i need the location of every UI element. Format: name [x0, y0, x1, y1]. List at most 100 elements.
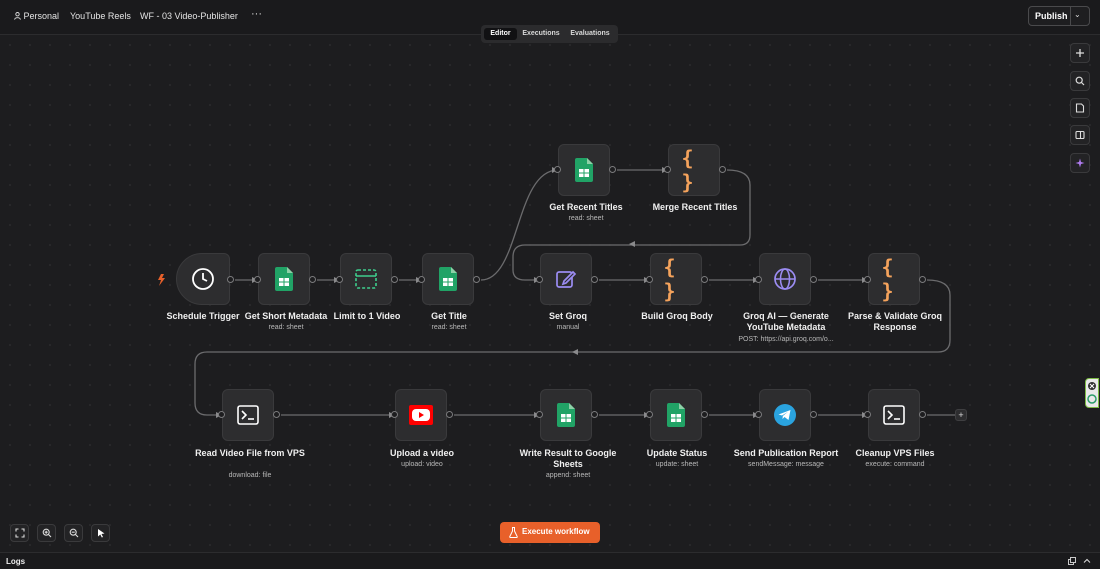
google-sheets-icon	[275, 267, 293, 291]
node-title: Upload a video	[389, 448, 454, 458]
output-handle[interactable]	[473, 276, 480, 283]
node-get-short-metadata[interactable]	[258, 253, 310, 305]
input-handle[interactable]	[646, 411, 653, 418]
output-handle[interactable]	[391, 276, 398, 283]
add-node-plus-icon[interactable]: +	[955, 409, 967, 421]
node-parse-validate[interactable]: { }	[868, 253, 920, 305]
node-subtitle: download: file	[228, 472, 272, 479]
output-handle[interactable]	[810, 276, 817, 283]
code-braces-icon: { }	[681, 146, 694, 194]
panel-toggle-button[interactable]	[1070, 125, 1090, 145]
flask-icon	[509, 527, 518, 538]
input-handle[interactable]	[864, 276, 871, 283]
output-handle[interactable]	[919, 276, 926, 283]
input-handle[interactable]	[536, 276, 543, 283]
input-handle[interactable]	[336, 276, 343, 283]
node-title: Get Title	[431, 311, 467, 321]
node-read-video-file[interactable]	[222, 389, 274, 441]
node-limit[interactable]	[340, 253, 392, 305]
zoom-out-icon	[69, 528, 79, 538]
node-title: Merge Recent Titles	[652, 202, 738, 212]
node-title: Build Groq Body	[641, 311, 713, 321]
node-title: Set Groq	[548, 311, 587, 321]
node-title: Parse & Validate Groq Response	[847, 311, 943, 332]
output-handle[interactable]	[273, 411, 280, 418]
edit-pen-icon	[556, 270, 577, 288]
node-title: Cleanup VPS Files	[855, 448, 935, 458]
limit-icon	[355, 269, 377, 289]
node-send-report[interactable]	[759, 389, 811, 441]
zoom-out-button[interactable]	[64, 524, 83, 542]
node-set-groq[interactable]	[540, 253, 592, 305]
extension-widget[interactable]	[1085, 378, 1099, 408]
sticky-note-button[interactable]	[1070, 98, 1090, 118]
search-icon	[1075, 76, 1085, 86]
node-title: Send Publication Report	[733, 448, 839, 458]
node-groq-ai[interactable]	[759, 253, 811, 305]
logs-label: Logs	[6, 557, 26, 566]
output-handle[interactable]	[609, 166, 616, 173]
input-handle[interactable]	[218, 411, 225, 418]
node-subtitle: read: sheet	[268, 324, 304, 331]
input-handle[interactable]	[664, 166, 671, 173]
execute-workflow-label: Execute workflow	[522, 527, 590, 536]
node-subtitle: upload: video	[401, 461, 443, 468]
node-title: Get Recent Titles	[549, 202, 623, 212]
input-handle[interactable]	[418, 276, 425, 283]
ai-assistant-button[interactable]	[1070, 153, 1090, 173]
node-subtitle: append: sheet	[545, 472, 591, 479]
output-handle[interactable]	[701, 276, 708, 283]
input-handle[interactable]	[864, 411, 871, 418]
output-handle[interactable]	[810, 411, 817, 418]
input-handle[interactable]	[254, 276, 261, 283]
node-cleanup[interactable]	[868, 389, 920, 441]
output-handle[interactable]	[309, 276, 316, 283]
fit-view-icon	[15, 528, 25, 538]
sparkle-icon	[1075, 158, 1085, 168]
node-upload-video[interactable]	[395, 389, 447, 441]
note-icon	[1075, 103, 1085, 113]
panel-icon	[1075, 130, 1085, 140]
add-node-button[interactable]	[1070, 43, 1090, 63]
search-button[interactable]	[1070, 71, 1090, 91]
node-update-status[interactable]	[650, 389, 702, 441]
node-merge-recent-titles[interactable]: { }	[668, 144, 720, 196]
zoom-in-button[interactable]	[37, 524, 56, 542]
terminal-icon	[883, 405, 905, 425]
node-get-recent-titles[interactable]	[558, 144, 610, 196]
output-handle[interactable]	[701, 411, 708, 418]
node-subtitle: POST: https://api.groq.com/o...	[738, 336, 834, 343]
input-handle[interactable]	[755, 276, 762, 283]
input-handle[interactable]	[646, 276, 653, 283]
node-subtitle: execute: command	[865, 461, 925, 468]
popout-icon[interactable]	[1068, 557, 1076, 565]
node-write-result[interactable]	[540, 389, 592, 441]
extension-icon	[1087, 382, 1097, 404]
execute-workflow-button[interactable]: Execute workflow	[500, 522, 600, 543]
output-handle[interactable]	[591, 276, 598, 283]
input-handle[interactable]	[554, 166, 561, 173]
node-schedule-trigger[interactable]	[176, 253, 230, 305]
code-braces-icon: { }	[663, 255, 676, 303]
logs-panel[interactable]: Logs	[0, 552, 1100, 569]
google-sheets-icon	[557, 403, 575, 427]
select-mode-button[interactable]	[91, 524, 110, 542]
output-handle[interactable]	[227, 276, 234, 283]
fit-view-button[interactable]	[10, 524, 29, 542]
input-handle[interactable]	[391, 411, 398, 418]
node-get-title[interactable]	[422, 253, 474, 305]
chevron-up-icon[interactable]	[1083, 557, 1091, 565]
output-handle[interactable]	[446, 411, 453, 418]
trigger-bolt-icon	[158, 274, 165, 286]
zoom-in-icon	[42, 528, 52, 538]
input-handle[interactable]	[536, 411, 543, 418]
input-handle[interactable]	[755, 411, 762, 418]
cursor-icon	[98, 529, 105, 538]
output-handle[interactable]	[591, 411, 598, 418]
node-title: Update Status	[646, 448, 708, 458]
output-handle[interactable]	[919, 411, 926, 418]
node-build-groq-body[interactable]: { }	[650, 253, 702, 305]
code-braces-icon: { }	[881, 255, 894, 303]
output-handle[interactable]	[719, 166, 726, 173]
node-title: Read Video File from VPS	[195, 448, 305, 458]
